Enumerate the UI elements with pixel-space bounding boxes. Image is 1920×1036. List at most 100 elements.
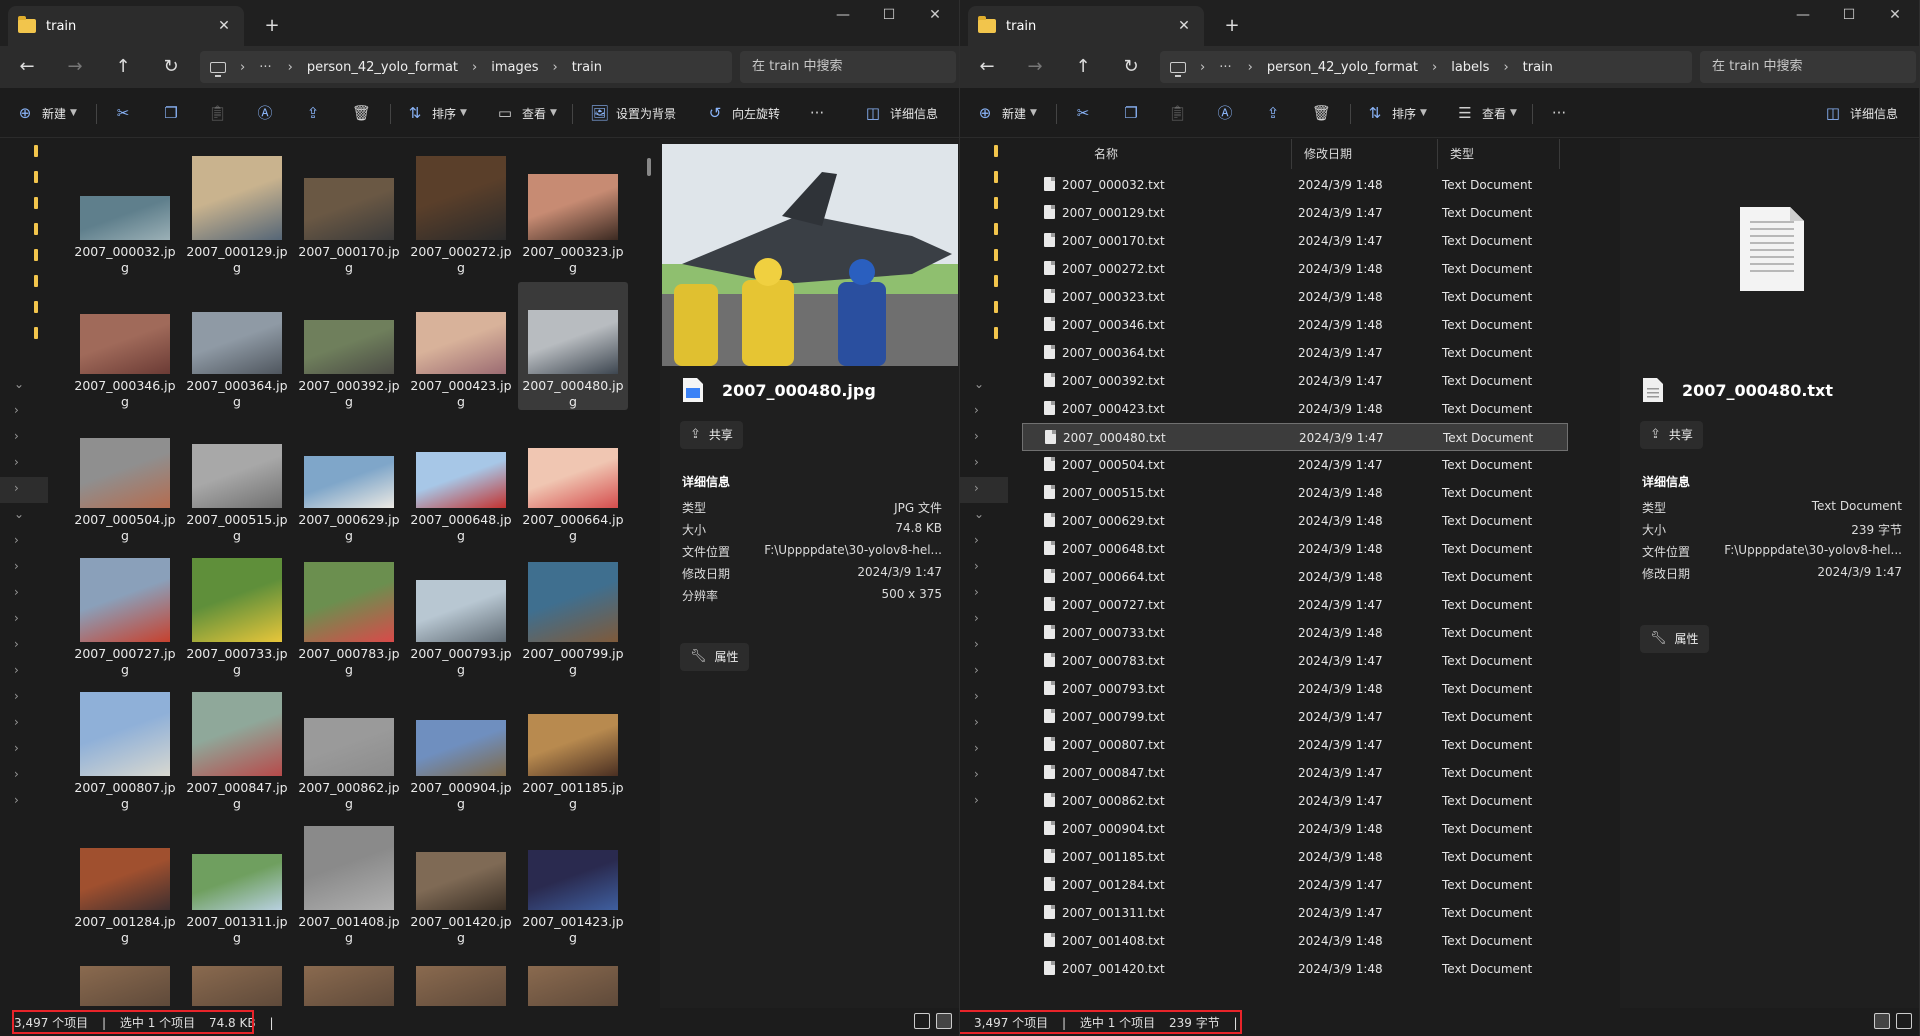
nav-tree-item[interactable]: › — [960, 529, 1008, 555]
thumbnail-item[interactable]: 2007_000504.jpg — [70, 416, 180, 544]
details-view-icon[interactable] — [1874, 1013, 1890, 1029]
nav-tree-item[interactable]: › — [960, 789, 1008, 815]
column-type[interactable]: 类型 — [1438, 139, 1560, 169]
nav-tree-item[interactable]: › — [960, 581, 1008, 607]
more-breadcrumbs[interactable]: ··· — [1219, 60, 1231, 75]
delete-button[interactable]: 🗑︎ — [352, 98, 378, 128]
back-button[interactable]: ← — [10, 52, 44, 82]
nav-tree-item[interactable]: › — [0, 633, 48, 659]
nav-tree-item[interactable] — [960, 217, 1008, 243]
new-tab-button[interactable]: + — [258, 12, 286, 40]
thumbnail-item[interactable] — [294, 952, 404, 1006]
thumbnail-item[interactable]: 2007_000480.jpg — [518, 282, 628, 410]
nav-tree-item[interactable]: › — [960, 763, 1008, 789]
nav-tree-item[interactable]: › — [0, 737, 48, 763]
thumbnail-item[interactable]: 2007_000129.jpg — [182, 148, 292, 276]
nav-tree-item[interactable]: › — [0, 763, 48, 789]
thumbnail-item[interactable]: 2007_000423.jpg — [406, 282, 516, 410]
breadcrumb-item[interactable]: labels — [1451, 60, 1489, 75]
cut-button[interactable]: ✂ — [1074, 98, 1100, 128]
breadcrumb-item[interactable]: train — [572, 60, 602, 75]
thumbnail-item[interactable]: 2007_000629.jpg — [294, 416, 404, 544]
file-row[interactable]: 2007_000648.txt 2024/3/9 1:48 Text Documen… — [1022, 535, 1568, 563]
thumbnail-item[interactable]: 2007_000727.jpg — [70, 550, 180, 678]
sort-button[interactable]: ⇅ 排序 ▼ — [406, 98, 467, 128]
minimize-button[interactable]: — — [820, 0, 866, 32]
file-row[interactable]: 2007_000733.txt 2024/3/9 1:48 Text Documen… — [1022, 619, 1568, 647]
close-window-button[interactable]: ✕ — [912, 0, 958, 32]
minimize-button[interactable]: — — [1780, 0, 1826, 32]
thumbnail-item[interactable]: 2007_000346.jpg — [70, 282, 180, 410]
nav-tree-item[interactable]: › — [0, 581, 48, 607]
thumbnail-item[interactable]: 2007_001408.jpg — [294, 818, 404, 946]
up-button[interactable]: ↑ — [106, 52, 140, 82]
paste-button[interactable]: 📋︎ — [1168, 98, 1194, 128]
file-row[interactable]: 2007_000392.txt 2024/3/9 1:47 Text Documen… — [1022, 367, 1568, 395]
nav-tree-item[interactable]: › — [960, 659, 1008, 685]
nav-tree-item[interactable] — [0, 191, 48, 217]
nav-tree-item[interactable]: › — [0, 711, 48, 737]
file-row[interactable]: 2007_000423.txt 2024/3/9 1:48 Text Documen… — [1022, 395, 1568, 423]
breadcrumb-item[interactable]: person_42_yolo_format — [307, 60, 458, 75]
details-pane-button[interactable]: ◫ 详细信息 — [1824, 98, 1898, 128]
back-button[interactable]: ← — [970, 52, 1004, 82]
file-row[interactable]: 2007_000727.txt 2024/3/9 1:47 Text Documen… — [1022, 591, 1568, 619]
nav-tree-item[interactable] — [0, 139, 48, 165]
maximize-button[interactable]: ☐ — [866, 0, 912, 32]
file-row[interactable]: 2007_000862.txt 2024/3/9 1:47 Text Documen… — [1022, 787, 1568, 815]
file-row[interactable]: 2007_000272.txt 2024/3/9 1:48 Text Documen… — [1022, 255, 1568, 283]
nav-tree-item[interactable]: › — [0, 451, 48, 477]
file-row[interactable]: 2007_000807.txt 2024/3/9 1:47 Text Documen… — [1022, 731, 1568, 759]
thumbnail-item[interactable]: 2007_000793.jpg — [406, 550, 516, 678]
search-input[interactable]: 在 train 中搜索 — [1700, 51, 1916, 83]
maximize-button[interactable]: ☐ — [1826, 0, 1872, 32]
column-name[interactable]: 名称 — [1022, 139, 1292, 169]
more-breadcrumbs[interactable]: ··· — [259, 60, 271, 75]
thumbnail-item[interactable]: 2007_001185.jpg — [518, 684, 628, 812]
search-input[interactable]: 在 train 中搜索 — [740, 51, 956, 83]
delete-button[interactable]: 🗑︎ — [1312, 98, 1338, 128]
refresh-button[interactable]: ↻ — [154, 52, 188, 82]
nav-tree-item[interactable] — [0, 217, 48, 243]
share-details-button[interactable]: ⇪ 共享 — [680, 421, 743, 449]
new-button[interactable]: ⊕ 新建 ▼ — [16, 98, 77, 128]
sort-button[interactable]: ⇅ 排序 ▼ — [1366, 98, 1427, 128]
column-size[interactable]: 大小 — [1560, 139, 1568, 169]
nav-tree-item[interactable] — [960, 347, 1008, 373]
thumbnail-item[interactable]: 2007_000664.jpg — [518, 416, 628, 544]
file-row[interactable]: 2007_000364.txt 2024/3/9 1:47 Text Documen… — [1022, 339, 1568, 367]
file-row[interactable]: 2007_000847.txt 2024/3/9 1:47 Text Documen… — [1022, 759, 1568, 787]
nav-tree-item[interactable]: › — [960, 607, 1008, 633]
thumbnail-item[interactable]: 2007_001311.jpg — [182, 818, 292, 946]
file-row[interactable]: 2007_000515.txt 2024/3/9 1:48 Text Documen… — [1022, 479, 1568, 507]
breadcrumb-item[interactable]: person_42_yolo_format — [1267, 60, 1418, 75]
nav-tree-item[interactable]: › — [0, 425, 48, 451]
nav-tree-item[interactable]: › — [960, 555, 1008, 581]
close-window-button[interactable]: ✕ — [1872, 0, 1918, 32]
nav-tree-item[interactable]: › — [0, 789, 48, 815]
details-view-icon[interactable] — [914, 1013, 930, 1029]
file-row[interactable]: 2007_000664.txt 2024/3/9 1:48 Text Documen… — [1022, 563, 1568, 591]
scrollbar-thumb[interactable] — [647, 158, 651, 176]
rename-button[interactable]: Ⓐ — [256, 98, 282, 128]
large-icons-view-icon[interactable] — [936, 1013, 952, 1029]
thumbnail-item[interactable]: 2007_000862.jpg — [294, 684, 404, 812]
thumbnail-item[interactable]: 2007_000733.jpg — [182, 550, 292, 678]
thumbnail-item[interactable]: 2007_000799.jpg — [518, 550, 628, 678]
thumbnail-item[interactable]: 2007_000515.jpg — [182, 416, 292, 544]
view-button[interactable]: ▭ 查看 ▼ — [496, 98, 557, 128]
nav-tree-item[interactable]: › — [0, 685, 48, 711]
nav-tree-item[interactable] — [0, 347, 48, 373]
address-bar[interactable]: › ··· › person_42_yolo_format › labels ›… — [1160, 51, 1692, 83]
nav-tree-item[interactable]: › — [960, 711, 1008, 737]
share-button[interactable]: ⇪ — [304, 98, 330, 128]
more-options-button[interactable]: ··· — [1550, 98, 1576, 128]
new-button[interactable]: ⊕ 新建 ▼ — [976, 98, 1037, 128]
thumbnail-item[interactable]: 2007_000323.jpg — [518, 148, 628, 276]
thumbnail-item[interactable]: 2007_000032.jpg — [70, 148, 180, 276]
nav-tree-item[interactable]: › — [0, 659, 48, 685]
nav-tree-item[interactable]: ⌄ — [0, 503, 48, 529]
file-row[interactable]: 2007_000629.txt 2024/3/9 1:48 Text Documen… — [1022, 507, 1568, 535]
cut-button[interactable]: ✂ — [114, 98, 140, 128]
properties-button[interactable]: 🔧︎ 属性 — [1640, 625, 1709, 653]
